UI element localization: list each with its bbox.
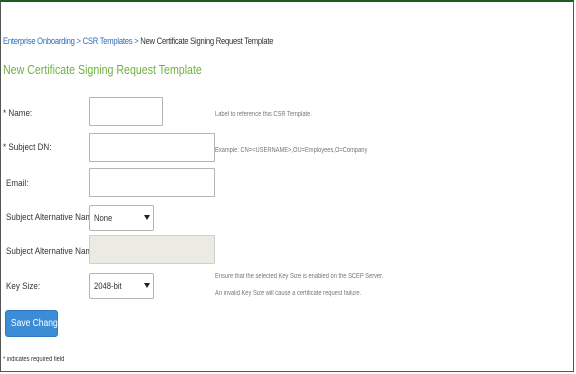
san-type-select[interactable]: None [89,205,154,231]
window-frame [0,0,574,372]
san-value-input [89,235,215,264]
required-marker: * [3,142,7,153]
subject-dn-input[interactable] [89,133,215,162]
key-size-select[interactable]: 2048-bit [89,273,154,299]
required-footnote: * indicates required field [3,356,65,363]
save-changes-button[interactable]: Save Changes [5,310,67,337]
required-marker: * [3,108,7,119]
breadcrumb-separator: > [76,36,81,46]
save-changes-label: Save Changes [10,318,67,329]
breadcrumb: Enterprise Onboarding > CSR Templates > … [3,36,273,46]
subject-dn-label: * Subject DN: [3,142,51,153]
breadcrumb-enterprise-onboarding[interactable]: Enterprise Onboarding [3,36,75,46]
name-label: * Name: [3,108,32,119]
page-title: New Certificate Signing Request Template [3,63,202,77]
chevron-down-icon [144,215,150,220]
email-label: Email: [6,178,29,189]
key-size-label: Key Size: [6,281,41,292]
subject-dn-label-text: Subject DN: [8,142,52,153]
breadcrumb-csr-templates[interactable]: CSR Templates [83,36,133,46]
name-help-text: Label to reference this CSR Template. [215,111,312,118]
key-size-selected: 2048-bit [94,281,122,291]
chevron-down-icon [144,283,150,288]
san-type-selected: None [94,213,113,223]
breadcrumb-separator: > [134,36,139,46]
key-size-help-line1: Ensure that the selected Key Size is ena… [215,273,384,280]
email-input[interactable] [89,168,215,197]
name-input[interactable] [89,97,163,126]
breadcrumb-current: New Certificate Signing Request Template [140,36,274,46]
name-label-text: Name: [8,108,33,119]
key-size-help-line2: An invalid Key Size will cause a certifi… [215,290,362,297]
subject-dn-help-text: Example: CN=<USERNAME>,OU=Employees,O=Co… [215,147,368,154]
